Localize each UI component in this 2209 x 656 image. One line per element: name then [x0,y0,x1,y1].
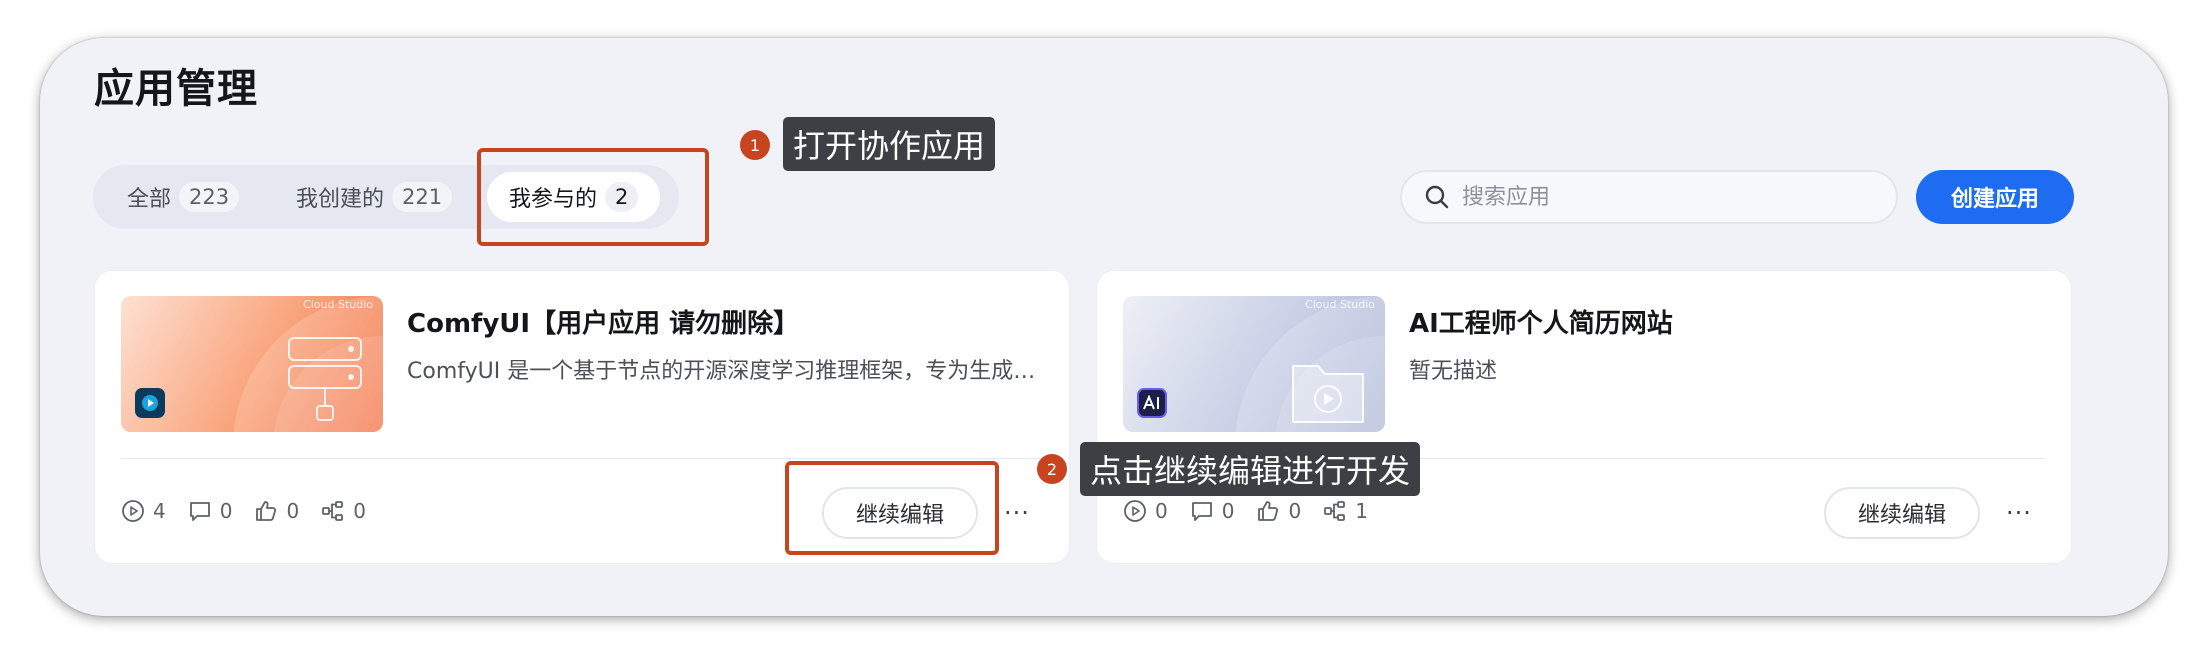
card-divider [121,458,1043,459]
comments-stat: 0 [1190,499,1235,523]
search-icon [1425,185,1449,209]
likes-stat: 0 [254,499,299,523]
annotation-callout-1: 打开协作应用 [783,117,996,171]
tab-all[interactable]: 全部 223 [127,165,240,229]
thumbnail-caption: Cloud Studio [303,298,373,311]
runs-stat: 0 [1123,499,1168,523]
app-logo-icon [1137,388,1167,418]
app-stats: 4 0 0 0 [121,499,388,523]
comments-count: 0 [1221,499,1235,523]
comment-icon [189,502,210,521]
forks-stat: 0 [321,499,366,523]
fork-icon [1324,501,1346,521]
likes-stat: 0 [1256,499,1301,523]
search-input[interactable] [1462,184,1862,210]
comments-stat: 0 [188,499,233,523]
app-thumbnail: Cloud Studio [121,296,383,432]
tab-created-label: 我创建的 [296,187,385,212]
annotation-badge-2: 2 [1037,454,1067,484]
runs-count: 0 [1155,499,1168,523]
tab-all-count: 223 [179,182,240,212]
runs-stat: 4 [121,499,166,523]
app-stats: 0 0 0 1 [1123,499,1390,523]
annotation-callout-2: 点击继续编辑进行开发 [1080,442,1421,496]
play-icon [122,500,144,522]
annotation-badge-1: 1 [740,130,770,160]
likes-count: 0 [286,499,300,523]
app-title[interactable]: ComfyUI【用户应用 请勿删除】 [407,303,799,340]
forks-stat: 1 [1323,499,1368,523]
more-options-button[interactable]: ··· [1999,493,2039,533]
comments-count: 0 [219,499,233,523]
play-icon [1124,500,1146,522]
tab-all-label: 全部 [127,187,172,212]
continue-edit-button[interactable]: 继续编辑 [1824,487,1980,539]
thumbs-up-icon [1258,501,1279,521]
fork-icon [322,501,344,521]
thumbnail-caption: Cloud Studio [1305,298,1375,311]
app-description: 暂无描述 [1409,359,1498,384]
forks-count: 0 [353,499,366,523]
app-logo-icon [135,388,165,418]
app-thumbnail: Cloud Studio [1123,296,1385,432]
app-card-ai-resume[interactable]: Cloud Studio AI工程师个人简历网站 暂无描述 0 0 0 1 继续… [1096,270,2072,564]
likes-count: 0 [1288,499,1302,523]
tab-created-count: 221 [392,182,453,212]
more-options-button[interactable]: ··· [997,493,1037,533]
runs-count: 4 [153,499,166,523]
search-box[interactable] [1400,170,1898,224]
thumbs-up-icon [256,501,277,521]
app-title[interactable]: AI工程师个人简历网站 [1409,303,1673,340]
app-description: ComfyUI 是一个基于节点的开源深度学习推理框架，专为生成式AI设计 [407,359,1043,384]
highlight-box-continue-edit [785,461,999,555]
forks-count: 1 [1355,499,1368,523]
tab-created[interactable]: 我创建的 221 [296,165,453,229]
page-title: 应用管理 [94,66,258,112]
highlight-box-participated-tab [477,148,709,246]
create-app-button[interactable]: 创建应用 [1916,170,2074,224]
comment-icon [1191,502,1212,521]
